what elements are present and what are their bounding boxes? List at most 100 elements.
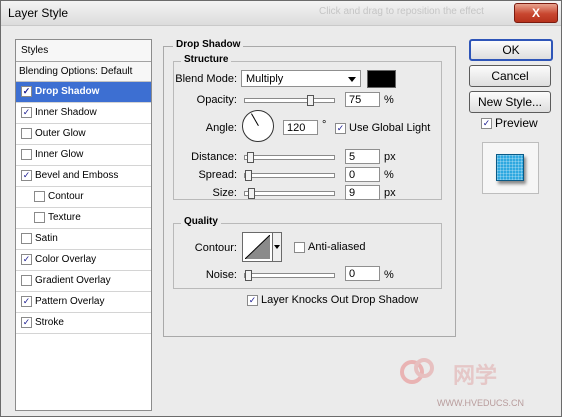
angle-dial[interactable] <box>242 110 274 142</box>
distance-slider-thumb[interactable] <box>247 152 254 163</box>
layer-style-dialog: Layer Style Click and drag to reposition… <box>0 0 562 417</box>
anti-aliased-label: Anti-aliased <box>308 241 366 253</box>
spread-slider[interactable] <box>244 170 335 181</box>
quality-title: Quality <box>181 216 221 227</box>
style-checkbox[interactable]: ✓ <box>21 254 32 265</box>
styles-list: Styles Blending Options: Default ✓ Drop S… <box>15 39 152 411</box>
style-checkbox[interactable] <box>21 128 32 139</box>
angle-dial-needle <box>251 113 259 126</box>
style-item-label: Inner Glow <box>35 149 84 160</box>
blending-options-item[interactable]: Blending Options: Default <box>16 62 151 82</box>
style-checkbox[interactable] <box>34 191 45 202</box>
style-item-stroke[interactable]: ✓ Stroke <box>16 313 151 334</box>
spread-unit: % <box>384 169 394 181</box>
dialog-body: Styles Blending Options: Default ✓ Drop S… <box>1 26 561 416</box>
opacity-slider[interactable] <box>244 95 335 106</box>
shadow-color-swatch[interactable] <box>367 70 396 88</box>
style-items: ✓ Drop Shadow ✓ Inner Shadow Outer Glow Inner… <box>16 82 151 334</box>
distance-slider[interactable] <box>244 152 335 163</box>
style-item-bevel-and-emboss[interactable]: ✓ Bevel and Emboss <box>16 166 151 187</box>
noise-slider[interactable] <box>244 270 335 281</box>
use-global-light-label: Use Global Light <box>349 122 431 134</box>
style-item-label: Gradient Overlay <box>35 275 111 286</box>
angle-input[interactable]: 120 <box>283 120 318 135</box>
style-checkbox[interactable] <box>21 275 32 286</box>
use-global-light-checkbox[interactable]: ✓ <box>335 123 346 134</box>
close-button[interactable]: X <box>514 3 558 23</box>
layer-knocks-out-checkbox[interactable]: ✓ <box>247 295 258 306</box>
style-checkbox[interactable] <box>21 149 32 160</box>
style-item-outer-glow[interactable]: Outer Glow <box>16 124 151 145</box>
style-checkbox[interactable] <box>34 212 45 223</box>
distance-label: Distance: <box>191 151 237 163</box>
preview-swatch <box>496 154 524 181</box>
style-item-label: Color Overlay <box>35 254 97 265</box>
noise-slider-thumb[interactable] <box>245 270 252 281</box>
style-item-texture[interactable]: Texture <box>16 208 151 229</box>
watermark-url: WWW.HVEDUCS.CN <box>437 398 524 408</box>
style-item-inner-glow[interactable]: Inner Glow <box>16 145 151 166</box>
title-bar[interactable]: Layer Style Click and drag to reposition… <box>1 1 561 26</box>
style-checkbox[interactable]: ✓ <box>21 86 32 97</box>
angle-label: Angle: <box>205 122 237 134</box>
opacity-slider-thumb[interactable] <box>307 95 314 106</box>
style-item-label: Drop Shadow <box>35 86 100 97</box>
opacity-unit: % <box>384 94 394 106</box>
contour-label: Contour: <box>194 242 237 254</box>
blend-mode-label: Blend Mode: <box>175 73 237 85</box>
preview-checkbox[interactable]: ✓ <box>481 118 492 129</box>
anti-aliased-checkbox[interactable] <box>294 242 305 253</box>
style-item-label: Contour <box>48 191 84 202</box>
preview-thumbnail <box>482 142 539 194</box>
style-item-gradient-overlay[interactable]: Gradient Overlay <box>16 271 151 292</box>
spread-input[interactable]: 0 <box>345 167 380 182</box>
distance-input[interactable]: 5 <box>345 149 380 164</box>
style-item-label: Pattern Overlay <box>35 296 105 307</box>
cancel-button[interactable]: Cancel <box>469 65 551 87</box>
style-item-satin[interactable]: Satin <box>16 229 151 250</box>
title-ghost-text: Click and drag to reposition the effect <box>319 6 484 17</box>
size-unit: px <box>384 187 396 199</box>
angle-unit: ° <box>322 119 327 131</box>
size-slider[interactable] <box>244 188 335 199</box>
spread-slider-thumb[interactable] <box>245 170 252 181</box>
watermark-logo <box>397 352 437 392</box>
style-item-pattern-overlay[interactable]: ✓ Pattern Overlay <box>16 292 151 313</box>
size-slider-thumb[interactable] <box>248 188 255 199</box>
style-checkbox[interactable]: ✓ <box>21 170 32 181</box>
size-label: Size: <box>212 187 237 199</box>
chevron-down-icon <box>274 245 280 249</box>
preview-label: Preview <box>495 116 538 130</box>
noise-label: Noise: <box>205 269 237 281</box>
style-checkbox[interactable]: ✓ <box>21 296 32 307</box>
new-style-button[interactable]: New Style... <box>469 91 551 113</box>
size-input[interactable]: 9 <box>345 185 380 200</box>
opacity-input[interactable]: 75 <box>345 92 380 107</box>
watermark-brand: 网学 <box>453 363 498 388</box>
spread-label: Spread: <box>198 169 237 181</box>
contour-curve-icon <box>244 234 271 260</box>
contour-dropdown-arrow[interactable] <box>272 233 281 261</box>
style-checkbox[interactable]: ✓ <box>21 107 32 118</box>
contour-picker[interactable] <box>242 232 282 262</box>
style-item-label: Outer Glow <box>35 128 86 139</box>
structure-title: Structure <box>181 54 232 65</box>
style-item-label: Texture <box>48 212 81 223</box>
blend-mode-value: Multiply <box>246 73 284 85</box>
noise-input[interactable]: 0 <box>345 266 380 281</box>
style-item-color-overlay[interactable]: ✓ Color Overlay <box>16 250 151 271</box>
style-checkbox[interactable]: ✓ <box>21 317 32 328</box>
layer-knocks-out-label: Layer Knocks Out Drop Shadow <box>261 294 419 306</box>
window-title: Layer Style <box>8 6 69 20</box>
style-checkbox[interactable] <box>21 233 32 244</box>
styles-header[interactable]: Styles <box>16 40 151 62</box>
distance-unit: px <box>384 151 396 163</box>
style-item-drop-shadow[interactable]: ✓ Drop Shadow <box>16 82 151 103</box>
style-item-label: Satin <box>35 233 58 244</box>
style-item-label: Stroke <box>35 317 64 328</box>
style-item-label: Inner Shadow <box>35 107 97 118</box>
blend-mode-select[interactable]: Multiply <box>241 70 361 87</box>
style-item-contour[interactable]: Contour <box>16 187 151 208</box>
ok-button[interactable]: OK <box>469 39 553 61</box>
style-item-inner-shadow[interactable]: ✓ Inner Shadow <box>16 103 151 124</box>
